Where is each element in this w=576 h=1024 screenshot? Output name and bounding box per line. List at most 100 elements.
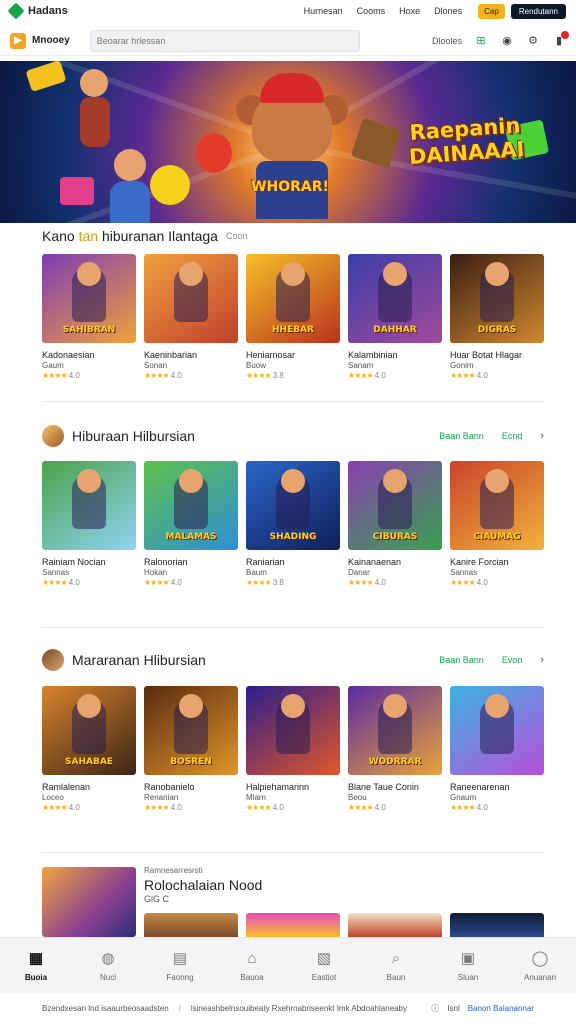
promo-title[interactable]: Rolochalaian Nood bbox=[144, 877, 262, 893]
game-name[interactable]: Kaeninbarian bbox=[144, 350, 238, 360]
game-card[interactable]: HHEBAR Heniarnosar Buow ★★★★ 3.8 bbox=[246, 254, 340, 380]
game-name[interactable]: Raneenarenan bbox=[450, 782, 544, 792]
settings-icon[interactable]: ⚙ bbox=[526, 34, 540, 48]
star-rating: ★★★★ 4.0 bbox=[42, 803, 80, 812]
thumbnail-title: MALAMAS bbox=[165, 532, 217, 542]
game-thumbnail[interactable]: SAHIBRAN bbox=[42, 254, 136, 343]
game-name[interactable]: Rainiam Nocian bbox=[42, 557, 136, 567]
divider bbox=[42, 852, 544, 853]
top-nav-item[interactable]: Hoxe bbox=[399, 6, 420, 16]
site-logo[interactable]: Hadans bbox=[7, 2, 68, 20]
star-rating: ★★★★ 3.8 bbox=[246, 578, 284, 587]
game-subtitle: Loceo bbox=[42, 793, 64, 802]
game-thumbnail[interactable]: WODRRAR bbox=[348, 686, 442, 775]
game-thumbnail[interactable]: DAHHAR bbox=[348, 254, 442, 343]
game-name[interactable]: Ralonorian bbox=[144, 557, 238, 567]
game-card[interactable]: DAHHAR Kalambinian Sanam ★★★★ 4.0 bbox=[348, 254, 442, 380]
bottom-nav-item[interactable]: ⌕ Baun bbox=[360, 938, 432, 993]
top-nav-item[interactable]: Cooms bbox=[357, 6, 386, 16]
promo-image[interactable] bbox=[42, 867, 136, 937]
game-thumbnail[interactable]: CIBURAS bbox=[348, 461, 442, 550]
bottom-nav-item[interactable]: ▧ Eastiot bbox=[288, 938, 360, 993]
controller-icon[interactable]: ⊞ bbox=[474, 34, 488, 48]
footer-link[interactable]: Banon Balanannar bbox=[468, 1004, 534, 1013]
brand[interactable]: ▶ Mnooey bbox=[10, 32, 70, 49]
promo-thumb[interactable] bbox=[450, 913, 544, 937]
game-thumbnail[interactable]: HHEBAR bbox=[246, 254, 340, 343]
game-subtitle: Baum bbox=[246, 568, 267, 577]
game-name[interactable]: Kalambinian bbox=[348, 350, 442, 360]
bottom-nav-item[interactable]: ▤ Faonng bbox=[144, 938, 216, 993]
star-rating: ★★★★ 4.0 bbox=[450, 803, 488, 812]
game-card[interactable]: Kaeninbarian Sonan ★★★★ 4.0 bbox=[144, 254, 238, 380]
game-card[interactable]: WODRRAR Blane Taue Conin Beou ★★★★ 4.0 bbox=[348, 686, 442, 812]
game-thumbnail[interactable] bbox=[450, 686, 544, 775]
bottom-nav-item[interactable]: ▦ Buoia bbox=[0, 938, 72, 993]
game-thumbnail[interactable]: DIGRAS bbox=[450, 254, 544, 343]
game-card[interactable]: CIAUMAG Kanire Forcian Sannas ★★★★ 4.0 bbox=[450, 461, 544, 587]
section-links: Baan Bann Ecnd › bbox=[439, 430, 544, 442]
chevron-right-icon[interactable]: › bbox=[540, 654, 544, 666]
game-thumbnail[interactable]: BOSREN bbox=[144, 686, 238, 775]
game-row: Rainiam Nocian Sannas ★★★★ 4.0 MALAMAS Ralono… bbox=[42, 461, 544, 587]
game-name[interactable]: Ranobanielo bbox=[144, 782, 238, 792]
game-thumbnail[interactable] bbox=[144, 254, 238, 343]
section-link[interactable]: Baan Bann bbox=[439, 431, 484, 441]
promo-thumb[interactable] bbox=[348, 913, 442, 937]
footer-small[interactable]: Isnl bbox=[447, 1004, 459, 1013]
game-thumbnail[interactable] bbox=[42, 461, 136, 550]
promo-thumb[interactable] bbox=[144, 913, 238, 937]
game-card[interactable]: CIBURAS Kainanaenan Danar ★★★★ 4.0 bbox=[348, 461, 442, 587]
game-card[interactable]: Rainiam Nocian Sannas ★★★★ 4.0 bbox=[42, 461, 136, 587]
section-link[interactable]: Baan Bann bbox=[439, 655, 484, 665]
game-card[interactable]: MALAMAS Ralonorian Hokan ★★★★ 4.0 bbox=[144, 461, 238, 587]
game-name[interactable]: Ramlalenan bbox=[42, 782, 136, 792]
game-card[interactable]: Raneenarenan Gnaum ★★★★ 4.0 bbox=[450, 686, 544, 812]
game-name[interactable]: Kadonaesian bbox=[42, 350, 136, 360]
hero-banner[interactable]: WHORAR! Raepanin DAINAAAI bbox=[0, 61, 576, 223]
star-rating: ★★★★ 4.0 bbox=[348, 371, 386, 380]
game-thumbnail[interactable]: SHADING bbox=[246, 461, 340, 550]
camera-icon[interactable]: ◉ bbox=[500, 34, 514, 48]
game-card[interactable]: SHADING Raniarian Baum ★★★★ 3.8 bbox=[246, 461, 340, 587]
game-thumbnail[interactable]: CIAUMAG bbox=[450, 461, 544, 550]
game-name[interactable]: Blane Taue Conin bbox=[348, 782, 442, 792]
game-card[interactable]: SAHIBRAN Kadonaesian Gaum ★★★★ 4.0 bbox=[42, 254, 136, 380]
game-card[interactable]: BOSREN Ranobanielo Renanian ★★★★ 4.0 bbox=[144, 686, 238, 812]
info-icon[interactable]: ⓘ bbox=[431, 1003, 439, 1014]
bottom-nav-item[interactable]: ◍ Nucl bbox=[72, 938, 144, 993]
thumbnail-character-head bbox=[281, 262, 305, 286]
chevron-right-icon[interactable]: › bbox=[540, 430, 544, 442]
game-name[interactable]: Huar Botat Hlagar bbox=[450, 350, 544, 360]
game-card[interactable]: Halpiehamarinn Mlarn ★★★★ 4.0 bbox=[246, 686, 340, 812]
rating-value: 4.0 bbox=[68, 803, 80, 812]
notification-icon[interactable]: ▮ bbox=[552, 30, 569, 48]
game-name[interactable]: Heniarnosar bbox=[246, 350, 340, 360]
section-link[interactable]: Ecnd bbox=[502, 431, 523, 441]
top-nav-item[interactable]: Dlones bbox=[434, 6, 462, 16]
game-name[interactable]: Raniarian bbox=[246, 557, 340, 567]
hero-candy bbox=[25, 61, 67, 93]
yellow-button[interactable]: Cap bbox=[478, 3, 505, 19]
game-card[interactable]: DIGRAS Huar Botat Hlagar Gonim ★★★★ 4.0 bbox=[450, 254, 544, 380]
top-nav-item[interactable]: Hurnesan bbox=[304, 6, 343, 16]
game-card[interactable]: SAHABAE Ramlalenan Loceo ★★★★ 4.0 bbox=[42, 686, 136, 812]
promo-thumb[interactable] bbox=[246, 913, 340, 937]
header-link[interactable]: Dlooles bbox=[432, 36, 462, 46]
thumbnail-character-head bbox=[179, 469, 203, 493]
thumbnail-character-head bbox=[179, 262, 203, 286]
game-name[interactable]: Halpiehamarinn bbox=[246, 782, 340, 792]
bottom-nav-item[interactable]: ▣ Sluan bbox=[432, 938, 504, 993]
game-thumbnail[interactable]: MALAMAS bbox=[144, 461, 238, 550]
bottom-nav-item[interactable]: ⌂ Bauoa bbox=[216, 938, 288, 993]
game-name[interactable]: Kainanaenan bbox=[348, 557, 442, 567]
game-name[interactable]: Kanire Forcian bbox=[450, 557, 544, 567]
game-thumbnail[interactable]: SAHABAE bbox=[42, 686, 136, 775]
section-link[interactable]: Evon bbox=[502, 655, 523, 665]
footer: Bzendxesan lnd isaaurbeosaadsten | lsine… bbox=[0, 993, 576, 1024]
dark-button[interactable]: Rendutann bbox=[510, 3, 566, 19]
thumbnail-character-head bbox=[485, 694, 509, 718]
bottom-nav-item[interactable]: ◯ Anuanan bbox=[504, 938, 576, 993]
search-input[interactable]: Beoarar hrlessan bbox=[89, 29, 360, 52]
game-thumbnail[interactable] bbox=[246, 686, 340, 775]
